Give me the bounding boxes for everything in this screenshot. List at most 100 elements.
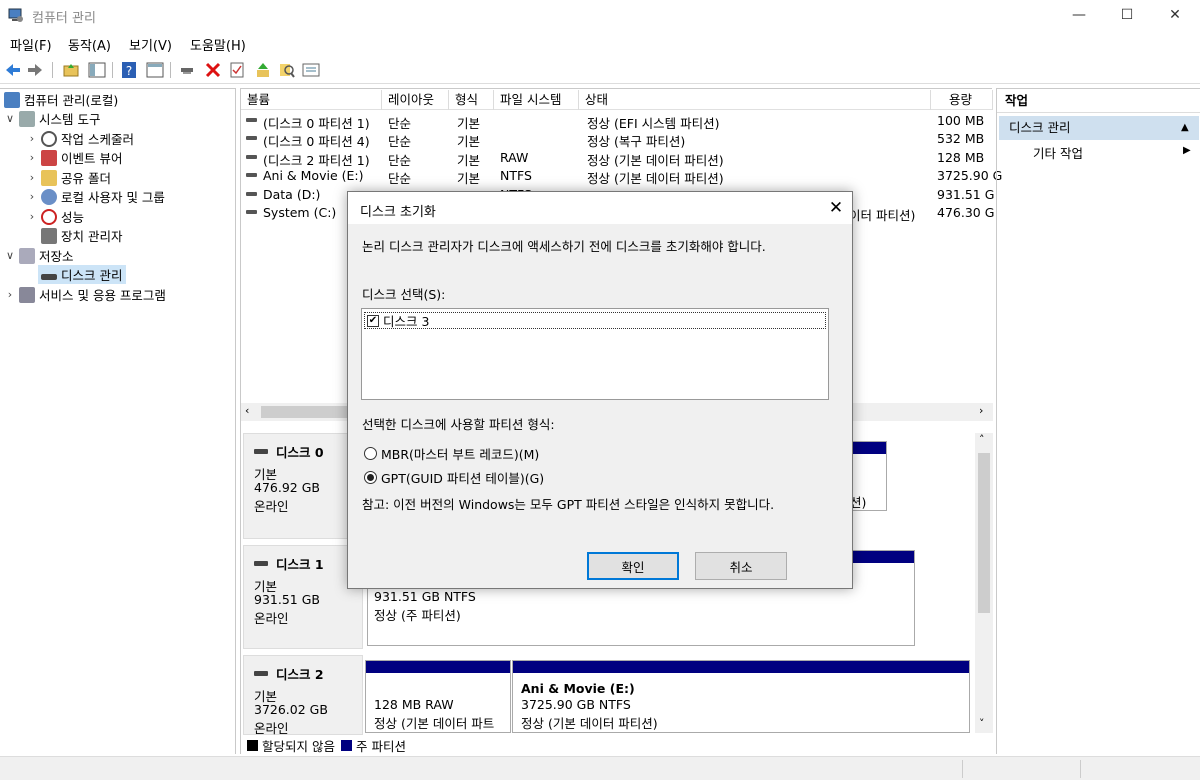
column-type[interactable]: 형식 xyxy=(449,90,494,110)
tree-node-device-manager[interactable]: 장치 관리자 xyxy=(38,226,122,245)
column-capacity[interactable]: 용량 xyxy=(931,90,993,110)
back-arrow-icon[interactable] xyxy=(4,61,22,79)
actions-section-disk-management[interactable]: 디스크 관리 ▲ xyxy=(999,116,1199,140)
volume-icon xyxy=(246,155,257,159)
tree-node-root[interactable]: 컴퓨터 관리(로컬) xyxy=(4,90,118,109)
dialog-title: 디스크 초기화 xyxy=(360,205,436,220)
forward-arrow-icon[interactable] xyxy=(26,61,44,79)
column-filesystem[interactable]: 파일 시스템 xyxy=(494,90,579,110)
delete-icon[interactable] xyxy=(204,61,222,79)
mbr-radio-circle[interactable] xyxy=(364,447,377,460)
tree-node-storage[interactable]: ∨ 저장소 xyxy=(4,246,74,265)
tree-node-system-tools[interactable]: ∨ 시스템 도구 xyxy=(4,109,100,128)
up-folder-icon[interactable] xyxy=(62,61,80,79)
close-window-button[interactable]: ✕ xyxy=(1152,0,1198,30)
disk-2-partition-2[interactable]: Ani & Movie (E:) 3725.90 GB NTFS 정상 (기본 … xyxy=(512,660,970,733)
scroll-down-icon[interactable]: ˅ xyxy=(979,717,985,730)
table-row[interactable]: (디스크 0 파티션 1) 단순 기본 정상 (EFI 시스템 파티션) 100… xyxy=(241,111,993,131)
checklist-icon[interactable] xyxy=(228,61,246,79)
table-row[interactable]: (디스크 0 파티션 4) 단순 기본 정상 (복구 파티션) 532 MB xyxy=(241,129,993,149)
volume-icon xyxy=(246,118,257,122)
menu-help[interactable]: 도움말(H) xyxy=(190,35,246,54)
mbr-radio[interactable]: MBR(마스터 부트 레코드)(M) xyxy=(364,444,539,463)
ok-button[interactable]: 확인 xyxy=(587,552,679,580)
help-icon[interactable]: ? xyxy=(120,61,138,79)
toolbar: ? xyxy=(0,56,1200,84)
maximize-button[interactable]: ☐ xyxy=(1104,0,1150,30)
menu-view[interactable]: 보기(V) xyxy=(129,35,172,54)
services-icon xyxy=(19,286,35,303)
scrollbar-thumb[interactable] xyxy=(978,453,990,613)
tree-label: 장치 관리자 xyxy=(61,229,123,244)
minimize-button[interactable]: — xyxy=(1056,0,1102,30)
disk-2-label[interactable]: 디스크 2 기본 3726.02 GB 온라인 xyxy=(243,655,363,736)
volume-icon xyxy=(246,192,257,196)
tree-node-services[interactable]: › 서비스 및 응용 프로그램 xyxy=(4,285,166,304)
disk-drive-icon xyxy=(254,561,268,566)
search-icon[interactable] xyxy=(278,61,296,79)
more-actions-item[interactable]: 기타 작업 xyxy=(1033,144,1083,164)
tree-node-event-viewer[interactable]: › 이벤트 뷰어 xyxy=(26,148,122,167)
tree-node-task-scheduler[interactable]: › 작업 스케줄러 xyxy=(26,129,134,148)
gpt-radio-circle[interactable] xyxy=(364,471,377,484)
chevron-down-icon[interactable]: ∨ xyxy=(4,112,16,125)
column-status[interactable]: 상태 xyxy=(579,90,931,110)
chevron-right-icon[interactable]: › xyxy=(26,190,38,203)
dialog-title-bar: 디스크 초기화 ✕ xyxy=(348,192,852,224)
disk-drive-icon xyxy=(254,449,268,454)
tree-label: 시스템 도구 xyxy=(39,112,101,127)
partition-style-label: 선택한 디스크에 사용할 파티션 형식: xyxy=(362,417,555,432)
mbr-label: MBR(마스터 부트 레코드)(M) xyxy=(381,447,540,462)
primary-partition-bar xyxy=(366,661,510,673)
menu-action[interactable]: 동작(A) xyxy=(68,35,111,54)
computer-management-icon xyxy=(8,8,23,22)
disk-1-label[interactable]: 디스크 1 기본 931.51 GB 온라인 xyxy=(243,545,363,649)
legend-primary: 주 파티션 xyxy=(355,738,406,754)
tree-label: 저장소 xyxy=(39,249,74,264)
vertical-scrollbar[interactable]: ˄ ˅ xyxy=(975,433,993,733)
collapse-up-icon[interactable]: ▲ xyxy=(1181,116,1189,140)
gpt-radio[interactable]: GPT(GUID 파티션 테이블)(G) xyxy=(364,468,544,487)
chevron-right-icon[interactable]: › xyxy=(26,132,38,145)
chevron-right-icon[interactable]: › xyxy=(26,151,38,164)
column-volume[interactable]: 볼륨 xyxy=(241,90,382,110)
column-layout[interactable]: 레이아웃 xyxy=(382,90,449,110)
properties-view-icon[interactable] xyxy=(146,61,164,79)
cancel-button[interactable]: 취소 xyxy=(695,552,787,580)
disk-checkbox[interactable]: ✔ xyxy=(367,314,379,327)
unallocated-swatch xyxy=(247,739,258,751)
disk-0-label[interactable]: 디스크 0 기본 476.92 GB 온라인 xyxy=(243,433,363,539)
disk-select-list[interactable]: ✔ 디스크 3 xyxy=(361,308,829,400)
tree-node-shared-folders[interactable]: › 공유 폴더 xyxy=(26,168,111,187)
tree-node-disk-management[interactable]: 디스크 관리 xyxy=(38,265,127,284)
tree-label: 공유 폴더 xyxy=(61,171,111,186)
chevron-right-icon[interactable]: › xyxy=(26,210,38,223)
export-up-icon[interactable] xyxy=(254,61,272,79)
chevron-right-icon[interactable]: › xyxy=(4,288,16,301)
scroll-left-icon[interactable]: ‹ xyxy=(245,404,249,417)
submenu-arrow-icon[interactable]: ▶ xyxy=(1183,145,1191,156)
clock-icon xyxy=(41,130,57,147)
tree-label: 로컬 사용자 및 그룹 xyxy=(61,190,165,205)
connect-icon[interactable] xyxy=(178,61,196,79)
chevron-down-icon[interactable]: ∨ xyxy=(4,249,16,262)
dialog-description: 논리 디스크 관리자가 디스크에 액세스하기 전에 디스크를 초기화해야 합니다… xyxy=(362,239,766,254)
tree-node-local-users[interactable]: › 로컬 사용자 및 그룹 xyxy=(26,187,165,206)
scroll-up-icon[interactable]: ˄ xyxy=(979,433,985,446)
disk-2-partition-1[interactable]: 128 MB RAW 정상 (기본 데이터 파트 xyxy=(365,660,511,733)
scroll-right-icon[interactable]: › xyxy=(979,404,983,417)
tree-label: 작업 스케줄러 xyxy=(61,132,134,147)
navigation-tree: 컴퓨터 관리(로컬) ∨ 시스템 도구 › 작업 스케줄러 › 이벤트 뷰어 ›… xyxy=(0,88,236,754)
list-view-icon[interactable] xyxy=(302,61,320,79)
show-hide-tree-icon[interactable] xyxy=(88,61,106,79)
users-icon xyxy=(41,188,57,205)
table-row[interactable]: (디스크 2 파티션 1) 단순 기본 RAW 정상 (기본 데이터 파티션) … xyxy=(241,148,993,168)
tree-label: 이벤트 뷰어 xyxy=(61,151,123,166)
status-bar xyxy=(0,756,1200,780)
table-row[interactable]: Ani & Movie (E:) 단순 기본 NTFS 정상 (기본 데이터 파… xyxy=(241,166,1002,186)
chevron-right-icon[interactable]: › xyxy=(26,171,38,184)
disk-list-item[interactable]: ✔ 디스크 3 xyxy=(364,312,826,329)
tree-node-performance[interactable]: › 성능 xyxy=(26,207,84,226)
menu-file[interactable]: 파일(F) xyxy=(10,35,52,54)
dialog-close-icon[interactable]: ✕ xyxy=(822,194,850,222)
